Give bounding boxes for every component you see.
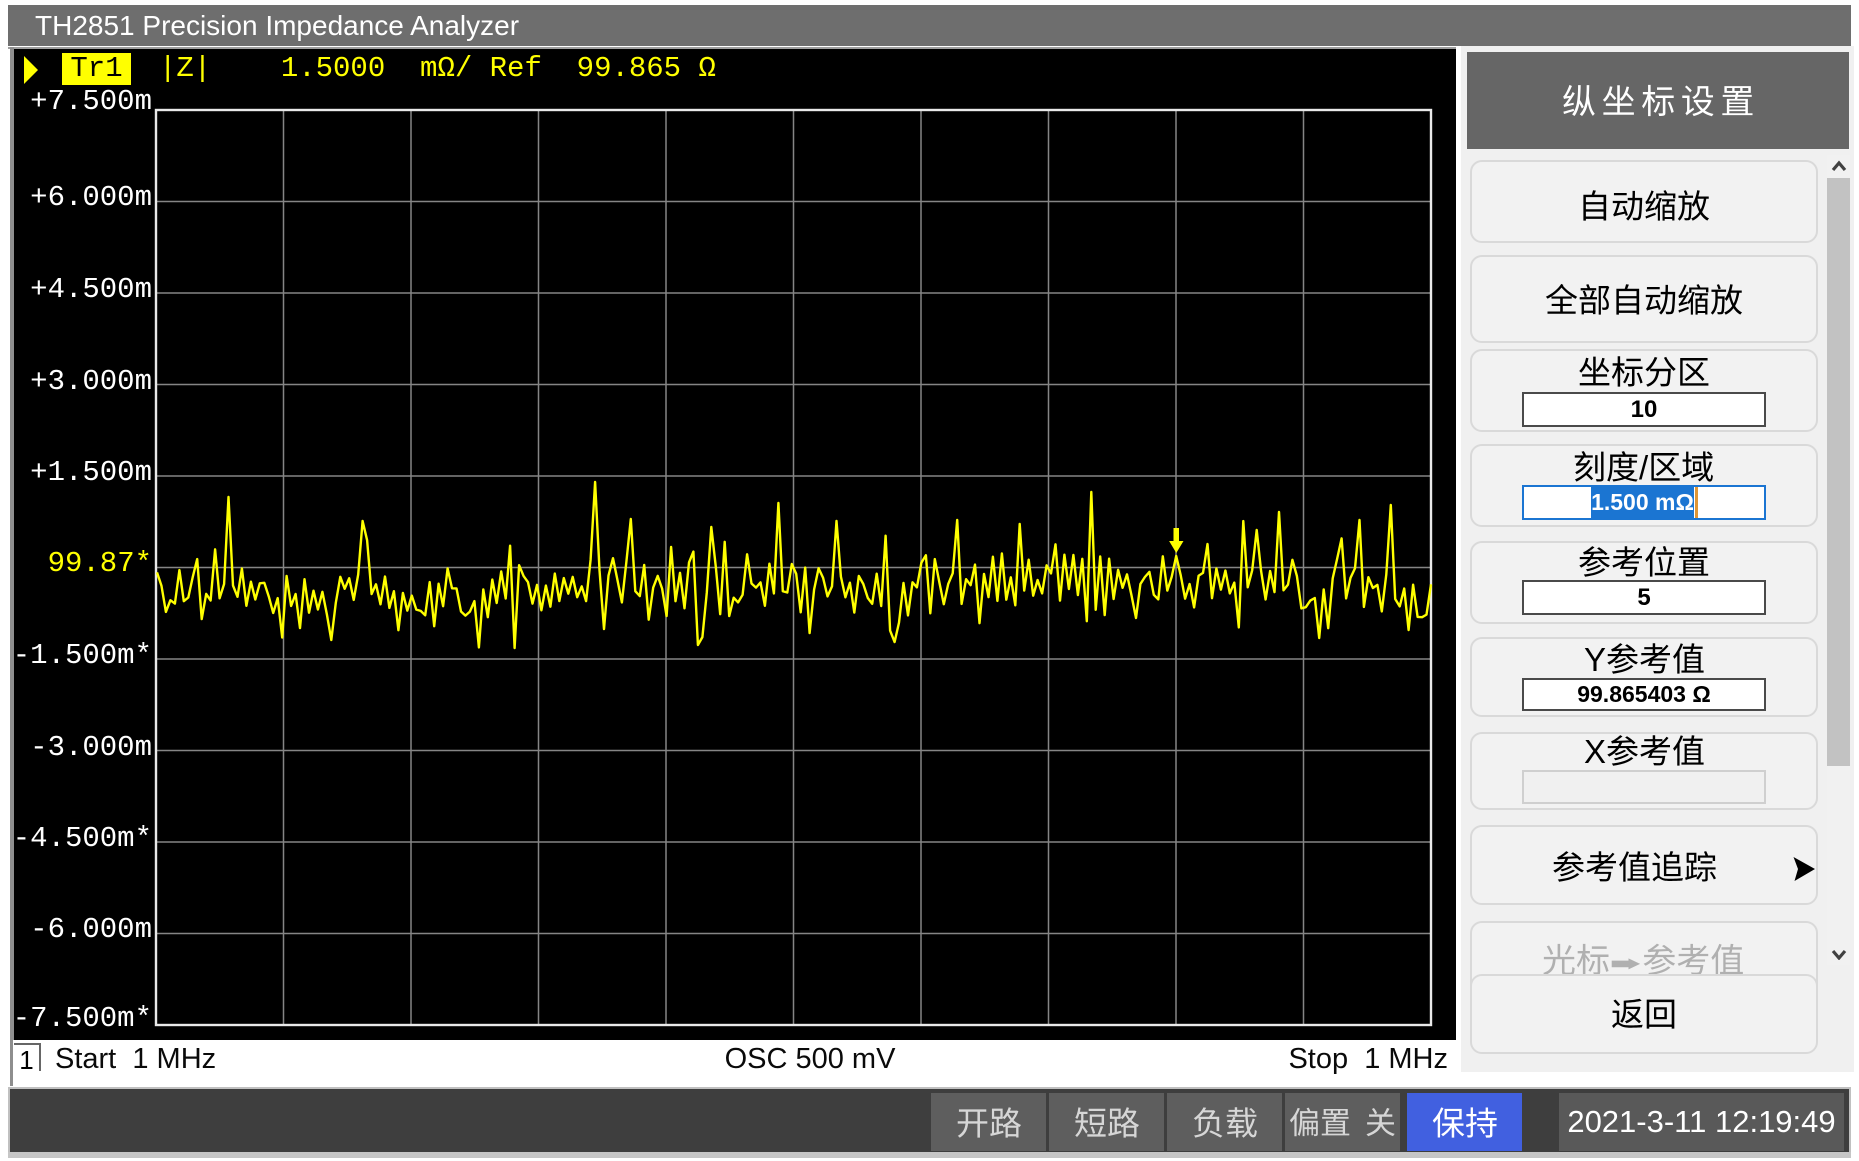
svg-text:Y: Y (1584, 641, 1606, 678)
svg-text:/: / (1639, 449, 1649, 486)
svg-text:X: X (1584, 733, 1606, 770)
